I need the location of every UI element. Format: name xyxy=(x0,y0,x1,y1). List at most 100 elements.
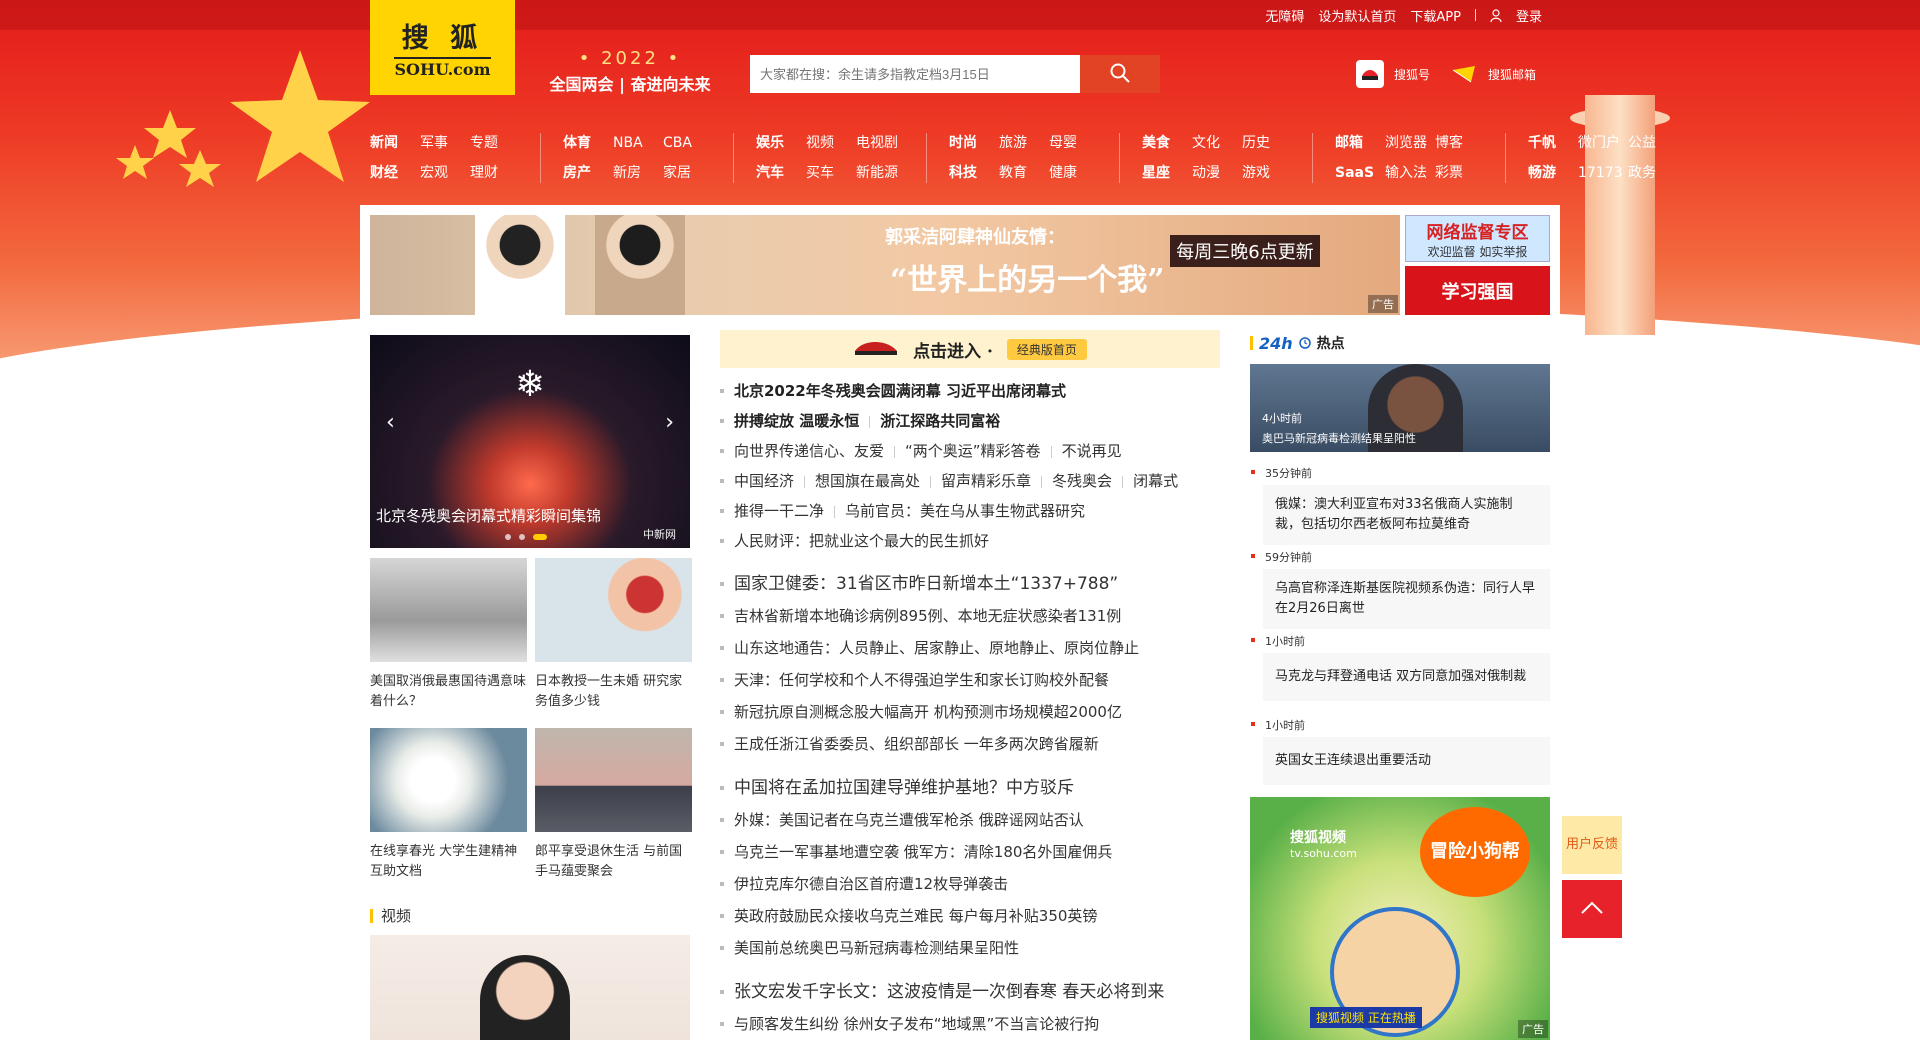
nav-link[interactable]: 新房 xyxy=(613,163,663,183)
news-link[interactable]: 山东这地通告：人员静止、居家静止、原地静止、原岗位静止 xyxy=(734,639,1139,657)
nav-link[interactable]: 科技 xyxy=(949,163,999,183)
nav-link[interactable]: 畅游 xyxy=(1528,163,1578,183)
news-link[interactable]: “两个奥运”精彩答卷 xyxy=(905,442,1041,460)
nav-link[interactable]: 教育 xyxy=(999,163,1049,183)
news-link[interactable]: 中国经济 xyxy=(734,472,794,490)
classic-home-entry[interactable]: 点击进入 · 经典版首页 xyxy=(720,330,1220,368)
nav-link[interactable]: 政务 xyxy=(1628,163,1678,183)
hot-item-title[interactable]: 马克龙与拜登通电话 双方同意加强对俄制裁 xyxy=(1263,653,1550,701)
nav-link[interactable]: 健康 xyxy=(1049,163,1099,183)
thumb-card[interactable]: 郎平享受退休生活 与前国手马蕴雯聚会 xyxy=(535,728,692,882)
nav-link[interactable]: 家居 xyxy=(663,163,713,183)
nav-link[interactable]: 星座 xyxy=(1142,163,1192,183)
nav-link[interactable]: 彩票 xyxy=(1435,163,1485,183)
thumb-card[interactable]: 美国取消俄最惠国待遇意味着什么？ xyxy=(370,558,527,712)
news-link[interactable]: 北京2022年冬残奥会圆满闭幕 习近平出席闭幕式 xyxy=(734,382,1066,400)
nav-link[interactable]: CBA xyxy=(663,133,713,153)
nav-link[interactable]: 旅游 xyxy=(999,133,1049,153)
nav-link[interactable]: 宏观 xyxy=(420,163,470,183)
login-link[interactable]: 登录 xyxy=(1516,6,1542,25)
sohu-mail-link[interactable]: 搜狐邮箱 xyxy=(1450,60,1536,88)
nav-link[interactable]: 游戏 xyxy=(1242,163,1292,183)
news-link[interactable]: 乌前官员：美在乌从事生物武器研究 xyxy=(845,502,1085,520)
nav-link[interactable]: 电视剧 xyxy=(856,133,906,153)
hot-top-card[interactable]: 4小时前 奥巴马新冠病毒检测结果呈阳性 xyxy=(1250,364,1550,452)
classic-home-button[interactable]: 经典版首页 xyxy=(1006,338,1087,360)
news-link[interactable]: 中国将在孟加拉国建导弹维护基地？中方驳斥 xyxy=(734,778,1074,798)
cartoon-ad[interactable]: 搜狐视频 tv.sohu.com 冒险小狗帮 搜狐视频 正在热播 广告 xyxy=(1250,797,1550,1040)
banner-ad[interactable]: 郭采洁阿肆神仙友情： “世界上的另一个我” 每周三晚6点更新 广告 xyxy=(370,215,1400,315)
news-link[interactable]: 张文宏发千字长文：这波疫情是一次倒春寒 春天必将到来 xyxy=(734,982,1164,1002)
chevron-right-icon[interactable]: › xyxy=(665,410,674,435)
hot-item-title[interactable]: 乌高官称泽连斯基医院视频系伪造：同行人早在2月26日离世 xyxy=(1263,569,1550,629)
video-card[interactable] xyxy=(370,935,690,1040)
news-link[interactable]: 想国旗在最高处 xyxy=(815,472,920,490)
nav-link[interactable]: NBA xyxy=(613,133,663,153)
thumb-card[interactable]: 日本教授一生未婚 研究家务值多少钱 xyxy=(535,558,692,712)
carousel-dot-active[interactable] xyxy=(533,534,547,540)
nav-link[interactable]: 17173 xyxy=(1578,163,1628,183)
nav-link[interactable]: 房产 xyxy=(563,163,613,183)
set-homepage-link[interactable]: 设为默认首页 xyxy=(1318,6,1396,25)
news-link[interactable]: 推得一干二净 xyxy=(734,502,824,520)
news-link[interactable]: 留声精彩乐章 xyxy=(941,472,1031,490)
news-link[interactable]: 拼搏绽放 温暖永恒 xyxy=(734,412,859,430)
nav-link[interactable]: 娱乐 xyxy=(756,133,806,153)
nav-link[interactable]: 公益 xyxy=(1628,133,1678,153)
news-link[interactable]: 天津：任何学校和个人不得强迫学生和家长订购校外配餐 xyxy=(734,671,1109,689)
nav-link[interactable]: 母婴 xyxy=(1049,133,1099,153)
nav-link[interactable]: SaaS xyxy=(1335,163,1385,183)
feedback-button[interactable]: 用户反馈 xyxy=(1562,816,1622,874)
news-link[interactable]: 不说再见 xyxy=(1062,442,1122,460)
nav-link[interactable]: 体育 xyxy=(563,133,613,153)
nav-link[interactable]: 文化 xyxy=(1192,133,1242,153)
download-app-link[interactable]: 下载APP xyxy=(1410,6,1461,25)
hot-item-title[interactable]: 俄媒：澳大利亚宣布对33名俄商人实施制裁，包括切尔西老板阿布拉莫维奇 xyxy=(1263,485,1550,545)
news-link[interactable]: 冬残奥会 xyxy=(1052,472,1112,490)
nav-link[interactable]: 买车 xyxy=(806,163,856,183)
sohu-hao-link[interactable]: 搜狐号 xyxy=(1356,60,1430,88)
back-to-top-button[interactable] xyxy=(1562,880,1622,938)
sohu-logo[interactable]: 搜 狐 SOHU.com xyxy=(370,0,515,95)
news-link[interactable]: 闭幕式 xyxy=(1133,472,1178,490)
accessibility-link[interactable]: 无障碍 xyxy=(1265,6,1304,25)
nav-link[interactable]: 专题 xyxy=(470,133,520,153)
nav-link[interactable]: 微门户 xyxy=(1578,133,1628,153)
nav-link[interactable]: 时尚 xyxy=(949,133,999,153)
news-link[interactable]: 向世界传递信心、友爱 xyxy=(734,442,884,460)
nav-link[interactable]: 汽车 xyxy=(756,163,806,183)
news-link[interactable]: 人民财评：把就业这个最大的民生抓好 xyxy=(734,532,989,550)
hot-item-title[interactable]: 英国女王连续退出重要活动 xyxy=(1263,737,1550,785)
nav-link[interactable]: 浏览器 xyxy=(1385,133,1435,153)
nav-link[interactable]: 输入法 xyxy=(1385,163,1435,183)
nav-link[interactable]: 美食 xyxy=(1142,133,1192,153)
headline-carousel[interactable]: ❄ ‹ › 北京冬残奥会闭幕式精彩瞬间集锦 中新网 xyxy=(370,335,690,548)
thumb-card[interactable]: 在线享春光 大学生建精神互助文档 xyxy=(370,728,527,882)
news-link[interactable]: 新冠抗原自测概念股大幅高开 机构预测市场规模超2000亿 xyxy=(734,703,1122,721)
news-link[interactable]: 浙江探路共同富裕 xyxy=(880,412,1000,430)
news-link[interactable]: 外媒：美国记者在乌克兰遭俄军枪杀 俄辟谣网站否认 xyxy=(734,811,1084,829)
nav-link[interactable]: 军事 xyxy=(420,133,470,153)
news-link[interactable]: 吉林省新增本地确诊病例895例、本地无症状感染者131例 xyxy=(734,607,1121,625)
nav-link[interactable]: 历史 xyxy=(1242,133,1292,153)
news-link[interactable]: 美国前总统奥巴马新冠病毒检测结果呈阳性 xyxy=(734,939,1019,957)
nav-link[interactable]: 新闻 xyxy=(370,133,420,153)
nav-link[interactable]: 动漫 xyxy=(1192,163,1242,183)
nav-link[interactable]: 理财 xyxy=(470,163,520,183)
carousel-dot[interactable] xyxy=(505,534,511,540)
news-link[interactable]: 国家卫健委：31省区市昨日新增本土“1337+788” xyxy=(734,574,1118,594)
internet-supervision-ad[interactable]: 网络监督专区 欢迎监督 如实举报 xyxy=(1405,215,1550,262)
nav-link[interactable]: 新能源 xyxy=(856,163,906,183)
nav-link[interactable]: 邮箱 xyxy=(1335,133,1385,153)
nav-link[interactable]: 财经 xyxy=(370,163,420,183)
search-button[interactable] xyxy=(1080,55,1160,93)
carousel-dot[interactable] xyxy=(519,534,525,540)
news-link[interactable]: 英政府鼓励民众接收乌克兰难民 每户每月补贴350英镑 xyxy=(734,907,1097,925)
xuexi-qiangguo-ad[interactable]: 学习强国 xyxy=(1405,266,1550,315)
chevron-left-icon[interactable]: ‹ xyxy=(386,410,395,435)
nav-link[interactable]: 视频 xyxy=(806,133,856,153)
search-input[interactable] xyxy=(750,55,1080,93)
news-link[interactable]: 乌克兰一军事基地遭空袭 俄军方：清除180名外国雇佣兵 xyxy=(734,843,1112,861)
nav-link[interactable]: 博客 xyxy=(1435,133,1485,153)
nav-link[interactable]: 千帆 xyxy=(1528,133,1578,153)
